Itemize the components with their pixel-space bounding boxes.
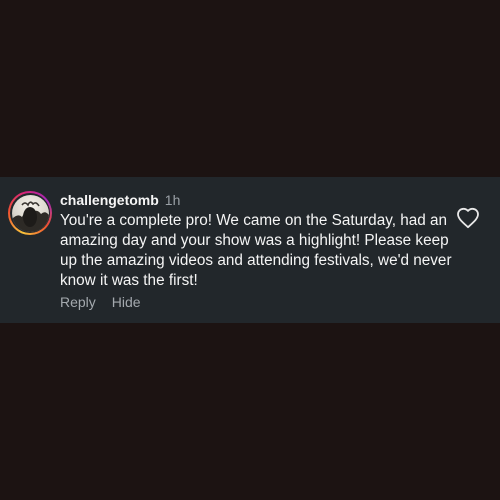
- username[interactable]: challengetomb: [60, 192, 159, 208]
- comment-card: challengetomb 1h You're a complete pro! W…: [0, 177, 500, 323]
- screen: challengetomb 1h You're a complete pro! W…: [0, 0, 500, 500]
- like-button[interactable]: [456, 207, 480, 229]
- comment-header: challengetomb 1h: [60, 191, 180, 209]
- profile-photo-icon: [11, 194, 49, 232]
- comment-text: You're a complete pro! We came on the Sa…: [60, 212, 452, 289]
- hide-button[interactable]: Hide: [112, 294, 141, 310]
- reply-button[interactable]: Reply: [60, 294, 96, 310]
- avatar[interactable]: [8, 191, 52, 235]
- comment-actions: Reply Hide: [60, 293, 141, 311]
- heart-outline-icon: [457, 207, 479, 229]
- comment-timestamp: 1h: [164, 192, 181, 208]
